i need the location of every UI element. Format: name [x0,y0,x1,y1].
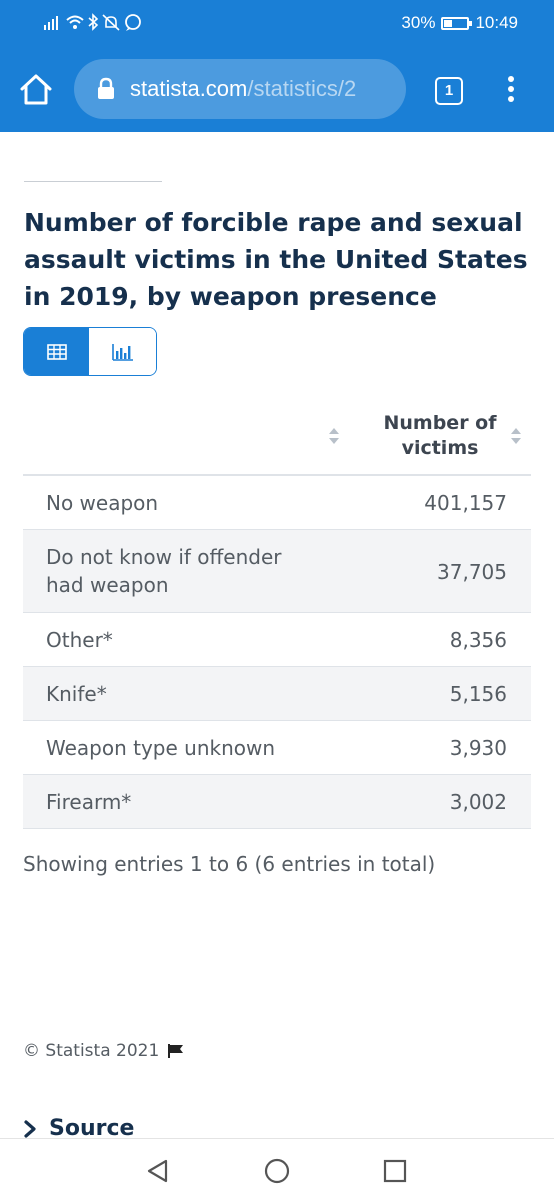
row-label: Weapon type unknown [46,736,276,760]
url-domain: statista.com [130,76,248,101]
lock-icon [98,77,114,99]
table-row: No weapon 401,157 [23,476,531,530]
table-row: Do not know if offender had weapon 37,70… [23,530,531,613]
flag-icon[interactable] [167,1043,185,1059]
chevron-right-icon [24,1119,36,1138]
row-label: Firearm* [46,790,132,814]
row-label: No weapon [46,491,159,515]
divider [24,181,162,182]
square-recents-icon[interactable] [381,1157,409,1185]
table-icon [46,343,67,360]
address-bar[interactable]: statista.com/statistics/2 [74,59,406,119]
signal-wifi-bluetooth-icons [44,13,141,31]
page-title: Number of forcible rape and sexual assau… [24,208,528,311]
row-label: Knife* [46,682,107,706]
status-bar: 30% 10:49 [0,0,554,46]
row-label: Do not know if offender had weapon [46,545,282,597]
entries-info: Showing entries 1 to 6 (6 entries in tot… [23,852,436,876]
column-header-victims[interactable]: Number of victims [368,411,512,461]
home-icon [20,74,52,105]
table-view-button[interactable] [24,328,89,375]
triangle-back-icon[interactable] [144,1157,172,1185]
home-button[interactable] [18,72,54,106]
table-row: Knife* 5,156 [23,667,531,721]
row-value: 3,930 [449,736,507,760]
more-vertical-icon [508,76,514,102]
row-value: 5,156 [449,682,507,706]
row-value: 37,705 [437,560,507,584]
row-value: 3,002 [449,790,507,814]
sort-icon[interactable] [510,426,522,446]
system-nav-bar [0,1138,554,1201]
circle-home-icon[interactable] [263,1157,291,1185]
url-text: statista.com/statistics/2 [130,76,356,102]
chart-view-button[interactable] [89,328,156,375]
battery-percent: 30% [401,13,436,32]
browser-chrome: 30% 10:49 statista.com/statistics/2 1 [0,0,554,132]
copyright: © Statista 2021 [23,1041,185,1061]
tab-switcher-button[interactable]: 1 [435,77,463,105]
table-header: Number of victims [23,398,531,476]
battery-icon [441,16,473,30]
table-row: Firearm* 3,002 [23,775,531,829]
bar-chart-icon [111,343,133,361]
url-path: /statistics/2 [247,76,357,101]
menu-button[interactable] [503,74,519,106]
clock: 10:49 [475,13,518,32]
table-row: Other* 8,356 [23,613,531,667]
status-icons [42,12,152,32]
sort-icon[interactable] [328,426,340,446]
row-value: 401,157 [424,491,507,515]
row-label: Other* [46,628,113,652]
data-table: Number of victims No weapon 401,157 Do n… [23,398,531,829]
view-toggle [23,327,157,376]
status-right: 30% 10:49 [401,12,518,34]
browser-toolbar: statista.com/statistics/2 1 [0,56,554,122]
row-value: 8,356 [449,628,507,652]
copyright-text: © Statista 2021 [23,1041,160,1061]
table-row: Weapon type unknown 3,930 [23,721,531,775]
